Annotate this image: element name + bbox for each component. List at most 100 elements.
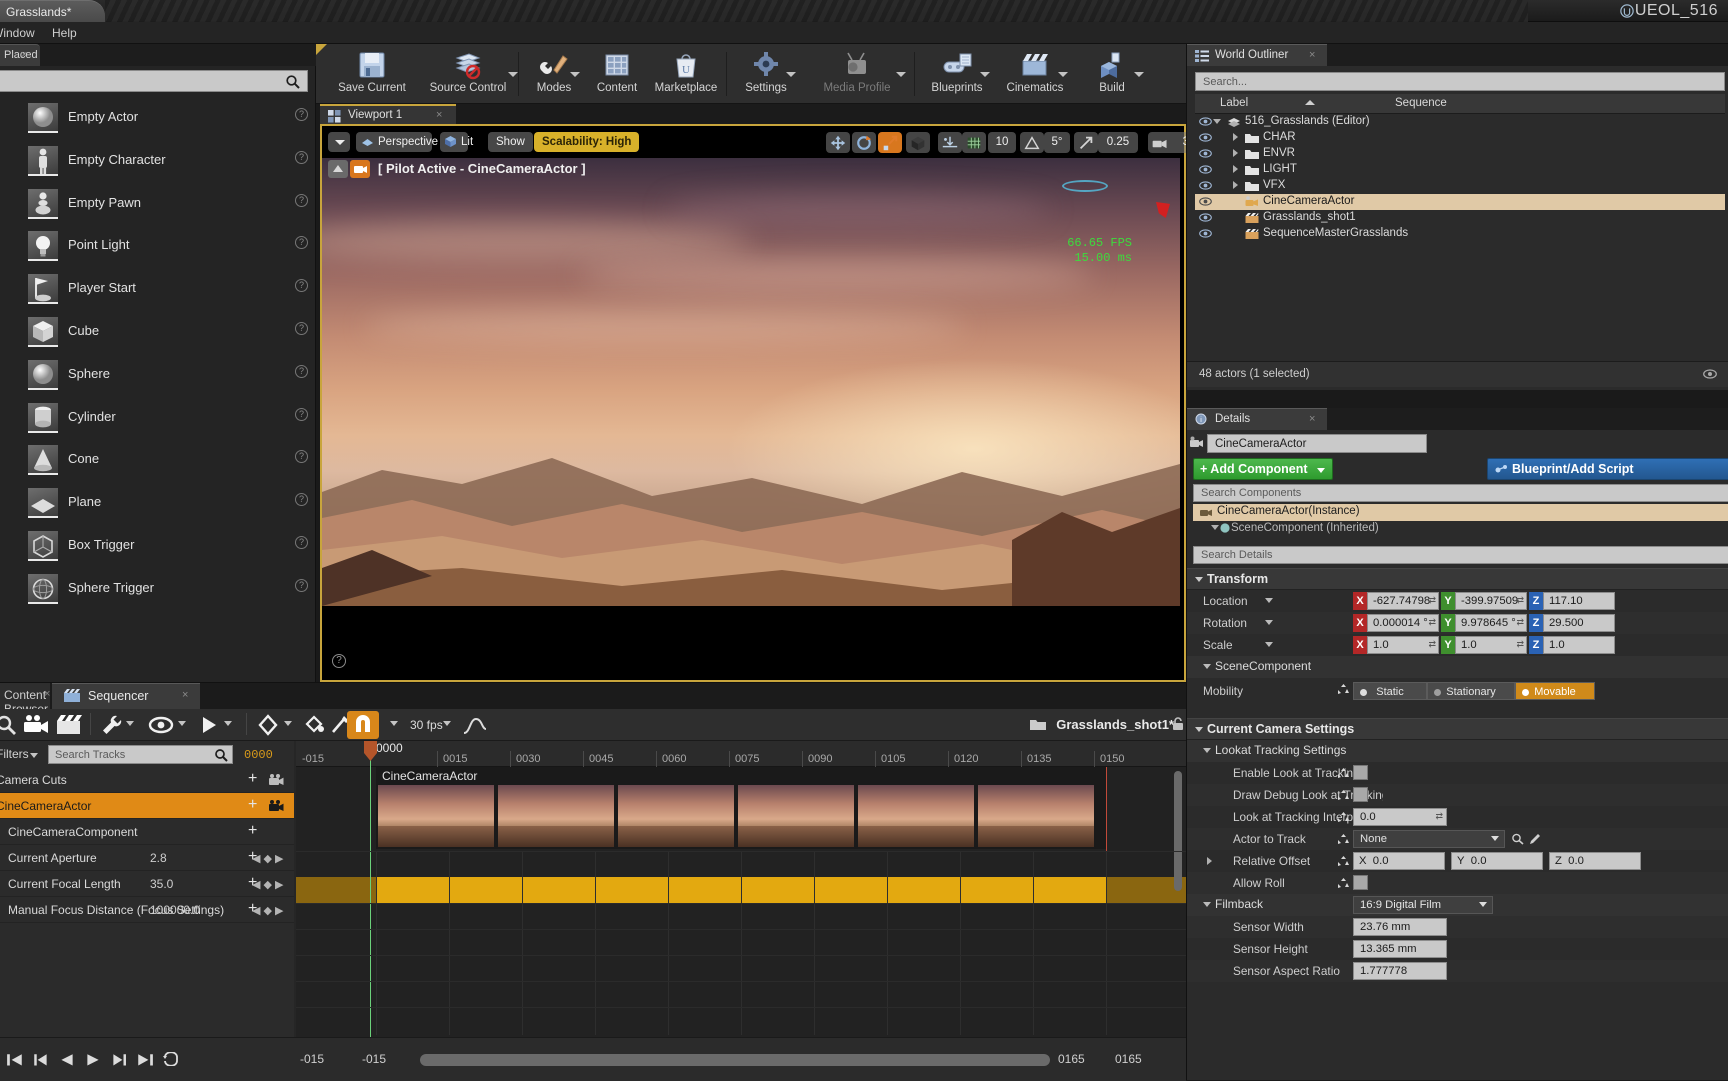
view-mode-button[interactable]: Perspective bbox=[356, 132, 438, 152]
component-row-scenecomponent[interactable]: SceneComponent (Inherited) bbox=[1193, 521, 1728, 538]
mobility-option-stationary[interactable]: Stationary bbox=[1427, 682, 1515, 700]
mobility-row[interactable]: Mobility Static Stationary Movable bbox=[1187, 678, 1728, 704]
lookat-property-row[interactable]: Actor to Track None bbox=[1187, 828, 1728, 850]
add-component-button[interactable]: + Add Component bbox=[1193, 458, 1333, 480]
outliner-row[interactable]: CHAR bbox=[1195, 130, 1725, 146]
tab-content-browser[interactable]: Content Browser × bbox=[0, 683, 50, 716]
sequencer-timeline[interactable]: -015 0000 0015 0030 0045 0060 0075 0090 0105 01… bbox=[296, 741, 1186, 1037]
track-value[interactable]: 100000.0 bbox=[150, 903, 200, 917]
help-icon[interactable]: ? bbox=[295, 321, 308, 335]
wrench-icon[interactable] bbox=[100, 713, 124, 737]
close-icon[interactable]: × bbox=[21, 49, 27, 61]
toolbar-button-blueprints[interactable]: Blueprints bbox=[918, 46, 996, 102]
chevron-down-icon[interactable] bbox=[284, 721, 292, 726]
key-interp-icon[interactable] bbox=[304, 713, 328, 737]
chevron-down-icon[interactable] bbox=[1265, 620, 1273, 625]
chevron-down-icon[interactable] bbox=[1265, 642, 1273, 647]
camera-cuts-clip[interactable]: CineCameraActor bbox=[376, 767, 1106, 849]
chevron-down-icon[interactable] bbox=[896, 72, 906, 77]
tab-sequencer[interactable]: Sequencer × bbox=[52, 683, 200, 709]
column-label[interactable]: Label bbox=[1220, 97, 1248, 109]
project-tab[interactable]: Grasslands* bbox=[0, 0, 105, 22]
tab-world-outliner[interactable]: World Outliner × bbox=[1187, 44, 1327, 66]
help-icon[interactable]: ? bbox=[295, 108, 308, 121]
place-actors-list[interactable]: Empty Actor? Empty Character? Empty Pawn? P… bbox=[14, 99, 316, 669]
timeline-vertical-scrollbar[interactable] bbox=[1174, 771, 1182, 891]
eye-icon[interactable] bbox=[1199, 132, 1212, 143]
eye-icon[interactable] bbox=[1199, 228, 1212, 239]
lookat-property-row[interactable]: Look at Tracking Interp Speed 0.0 ⇄ bbox=[1187, 806, 1728, 828]
outliner-row[interactable]: LIGHT bbox=[1195, 162, 1725, 178]
toolbar-button-source-control[interactable]: Source Control bbox=[412, 46, 524, 102]
reset-to-default-icon[interactable] bbox=[1337, 811, 1350, 823]
step-forward-icon[interactable] bbox=[110, 1052, 128, 1066]
filmback-dropdown[interactable]: 16:9 Digital Film bbox=[1353, 896, 1493, 914]
spinner-icon[interactable]: ⇄ bbox=[1428, 595, 1436, 606]
place-actor-item[interactable]: Cone? bbox=[14, 441, 316, 484]
transform-y-input[interactable]: 9.978645 ° ⇄ bbox=[1455, 614, 1527, 632]
lookat-property-row[interactable]: Allow Roll bbox=[1187, 872, 1728, 894]
search-tracks-input[interactable]: Search Tracks bbox=[48, 745, 233, 764]
lookat-property-row[interactable]: Relative Offset X 0.0 Y 0.0 Z 0.0 bbox=[1187, 850, 1728, 872]
chevron-down-icon[interactable] bbox=[224, 721, 232, 726]
eye-icon[interactable] bbox=[1199, 164, 1212, 175]
subcategory-filmback[interactable]: Filmback 16:9 Digital Film bbox=[1187, 894, 1728, 916]
help-icon[interactable]: ? bbox=[295, 535, 308, 549]
chevron-down-icon[interactable] bbox=[178, 721, 186, 726]
sequencer-track-row[interactable]: CineCameraComponent + bbox=[0, 819, 294, 845]
chevron-right-icon[interactable] bbox=[1233, 149, 1238, 157]
checkbox[interactable] bbox=[1353, 787, 1368, 802]
lookat-property-row[interactable]: Draw Debug Look at Tracking bbox=[1187, 784, 1728, 806]
create-camera-icon[interactable] bbox=[22, 713, 50, 737]
offset-x-input[interactable]: X 0.0 bbox=[1353, 852, 1445, 870]
outliner-row[interactable]: ENVR bbox=[1195, 146, 1725, 162]
actor-name-input[interactable]: CineCameraActor bbox=[1207, 434, 1427, 453]
details-properties-list[interactable]: Transform Location X -627.74798 ⇄ Y -399.97509… bbox=[1187, 568, 1728, 1080]
filmback-input[interactable]: 13.365 mm bbox=[1353, 940, 1447, 958]
transform-y-input[interactable]: -399.97509 ⇄ bbox=[1455, 592, 1527, 610]
toolbar-button-marketplace[interactable]: U Marketplace bbox=[648, 46, 724, 102]
transform-x-input[interactable]: -627.74798 ⇄ bbox=[1367, 592, 1439, 610]
help-icon[interactable]: ? bbox=[295, 279, 308, 293]
key-nav-icons[interactable]: ◀ ◆ ▶ bbox=[252, 878, 284, 891]
eye-icon[interactable] bbox=[1199, 212, 1212, 223]
menu-item-window[interactable]: Window bbox=[0, 26, 35, 40]
track-value[interactable]: 2.8 bbox=[150, 851, 167, 865]
viewport-world-space-icon[interactable] bbox=[906, 132, 930, 153]
place-actor-item[interactable]: Player Start? bbox=[14, 270, 316, 313]
lookat-property-row[interactable]: Enable Look at Tracking bbox=[1187, 762, 1728, 784]
filmback-input[interactable]: 23.76 mm bbox=[1353, 918, 1447, 936]
actor-dropdown[interactable]: None bbox=[1353, 830, 1505, 848]
step-back-icon[interactable] bbox=[32, 1052, 50, 1066]
blueprint-add-script-button[interactable]: Blueprint/Add Script bbox=[1487, 458, 1728, 480]
eye-icon[interactable] bbox=[1199, 180, 1212, 191]
close-icon[interactable]: × bbox=[436, 109, 442, 121]
viewport-angle-snap-icon[interactable] bbox=[1020, 132, 1044, 153]
chevron-down-icon[interactable] bbox=[390, 721, 398, 726]
chevron-down-icon[interactable] bbox=[30, 753, 38, 758]
chevron-down-icon[interactable] bbox=[126, 721, 134, 726]
lit-mode-button[interactable]: Lit bbox=[440, 132, 473, 152]
filmback-input[interactable]: 1.777778 bbox=[1353, 962, 1447, 980]
help-icon[interactable]: ? bbox=[295, 364, 308, 378]
reset-to-default-icon[interactable] bbox=[1337, 789, 1350, 801]
loop-icon[interactable] bbox=[162, 1051, 180, 1067]
toolbar-button-modes[interactable]: Modes bbox=[522, 46, 586, 102]
tab-details[interactable]: i Details × bbox=[1187, 408, 1327, 430]
reset-to-default-icon[interactable] bbox=[1337, 877, 1350, 889]
current-frame-display[interactable]: 0000 bbox=[244, 748, 273, 762]
sequencer-track-list[interactable]: Camera Cuts + CineCameraActor + CineCameraCo… bbox=[0, 767, 294, 1037]
help-icon[interactable]: ? bbox=[295, 193, 308, 207]
playback-icon[interactable] bbox=[198, 713, 220, 737]
jump-to-start-icon[interactable] bbox=[6, 1052, 24, 1066]
subcategory-lookat-tracking[interactable]: Lookat Tracking Settings bbox=[1187, 740, 1728, 762]
view-range-end[interactable]: 0165 bbox=[1058, 1052, 1085, 1066]
chevron-down-icon[interactable] bbox=[570, 72, 580, 77]
key-nav-icons[interactable]: ◀ ◆ ▶ bbox=[252, 904, 284, 917]
checkbox[interactable] bbox=[1353, 765, 1368, 780]
offset-y-input[interactable]: Y 0.0 bbox=[1451, 852, 1543, 870]
jump-to-end-icon[interactable] bbox=[136, 1052, 154, 1066]
reset-to-default-icon[interactable] bbox=[1337, 855, 1350, 867]
chevron-down-icon[interactable] bbox=[786, 72, 796, 77]
help-icon[interactable]: ? bbox=[295, 150, 308, 164]
